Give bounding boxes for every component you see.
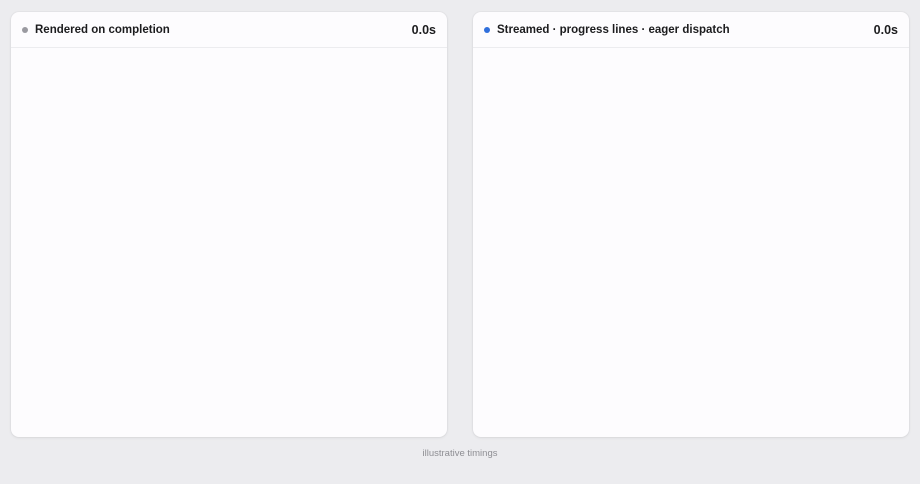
panel-rendered-on-completion: Rendered on completion 0.0s xyxy=(11,12,447,437)
status-dot xyxy=(484,26,490,33)
panel-title: Rendered on completion xyxy=(35,23,170,36)
output-area xyxy=(473,48,909,437)
panel-header: Streamed · progress lines · eager dispat… xyxy=(473,12,909,48)
output-area xyxy=(11,48,447,437)
panel-header: Rendered on completion 0.0s xyxy=(11,12,447,48)
timings-note: illustrative timings xyxy=(422,448,498,459)
status-dot xyxy=(22,26,28,33)
elapsed-time: 0.0s xyxy=(873,22,898,37)
panel-streamed: Streamed · progress lines · eager dispat… xyxy=(473,12,909,437)
elapsed-time: 0.0s xyxy=(411,22,436,37)
panel-title: Streamed · progress lines · eager dispat… xyxy=(497,23,730,36)
